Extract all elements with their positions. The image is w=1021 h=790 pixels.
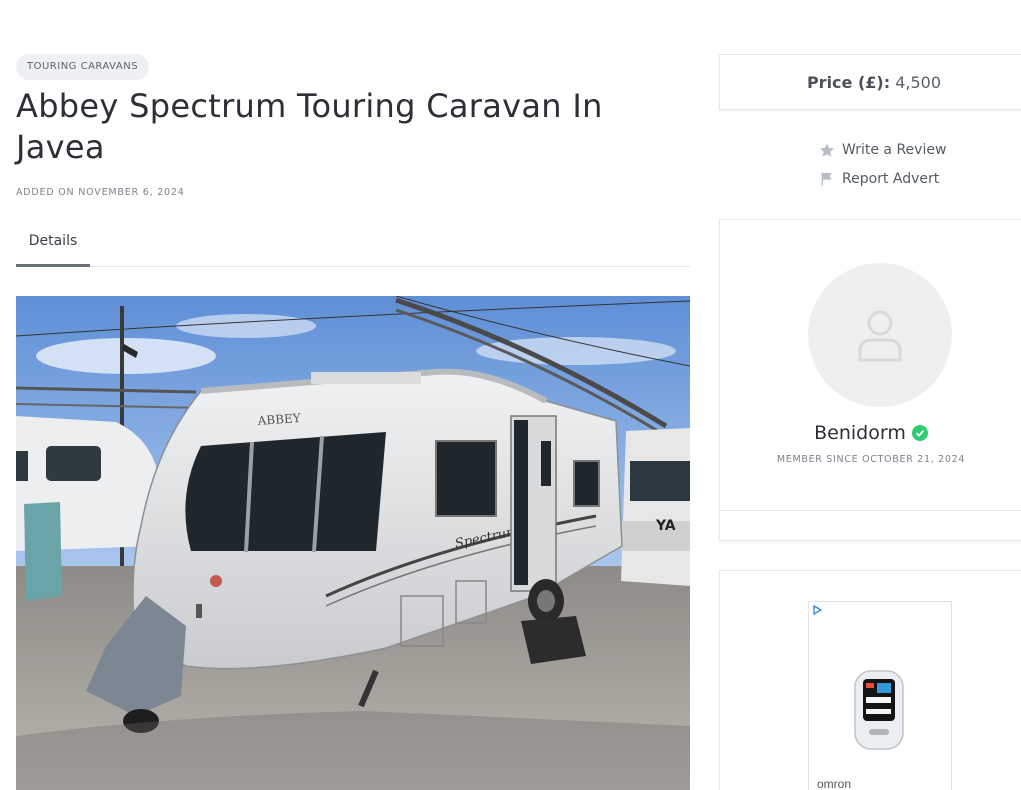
added-date: ADDED ON NOVEMBER 6, 2024 — [16, 187, 185, 198]
price-box: Price (£): 4,500 — [719, 54, 1021, 110]
user-icon — [858, 310, 902, 362]
report-advert-label: Report Advert — [842, 171, 940, 187]
star-icon — [820, 143, 834, 157]
svg-text:YA: YA — [655, 518, 676, 534]
listing-photo[interactable]: YA ABBEY Spectrum — [16, 296, 690, 790]
seller-name[interactable]: Benidorm — [814, 422, 906, 444]
ad-brand: omron — [817, 777, 852, 790]
flag-icon — [821, 172, 832, 186]
member-since: MEMBER SINCE OCTOBER 21, 2024 — [776, 454, 966, 465]
category-badge[interactable]: TOURING CARAVANS — [16, 54, 150, 80]
avatar[interactable] — [808, 263, 952, 407]
tab-bar: Details — [16, 222, 690, 267]
report-advert-link[interactable]: Report Advert — [819, 168, 939, 190]
ad-container: omron — [719, 570, 1021, 790]
write-review-label: Write a Review — [842, 142, 947, 158]
price-value: 4,500 — [895, 73, 942, 92]
ad-choices-icon[interactable] — [812, 605, 822, 615]
seller-divider — [720, 510, 1021, 511]
ad-unit[interactable]: omron — [808, 601, 952, 790]
listing-title: Abbey Spectrum Touring Caravan In Javea — [16, 87, 603, 166]
product-image — [854, 670, 904, 750]
seller-name-row[interactable]: Benidorm — [720, 422, 1021, 444]
seller-card: Benidorm MEMBER SINCE OCTOBER 21, 2024 — [719, 219, 1021, 541]
write-review-link[interactable]: Write a Review — [819, 139, 946, 161]
verified-icon — [911, 425, 928, 441]
price-label: Price (£): — [806, 73, 891, 92]
tab-details[interactable]: Details — [16, 222, 90, 267]
